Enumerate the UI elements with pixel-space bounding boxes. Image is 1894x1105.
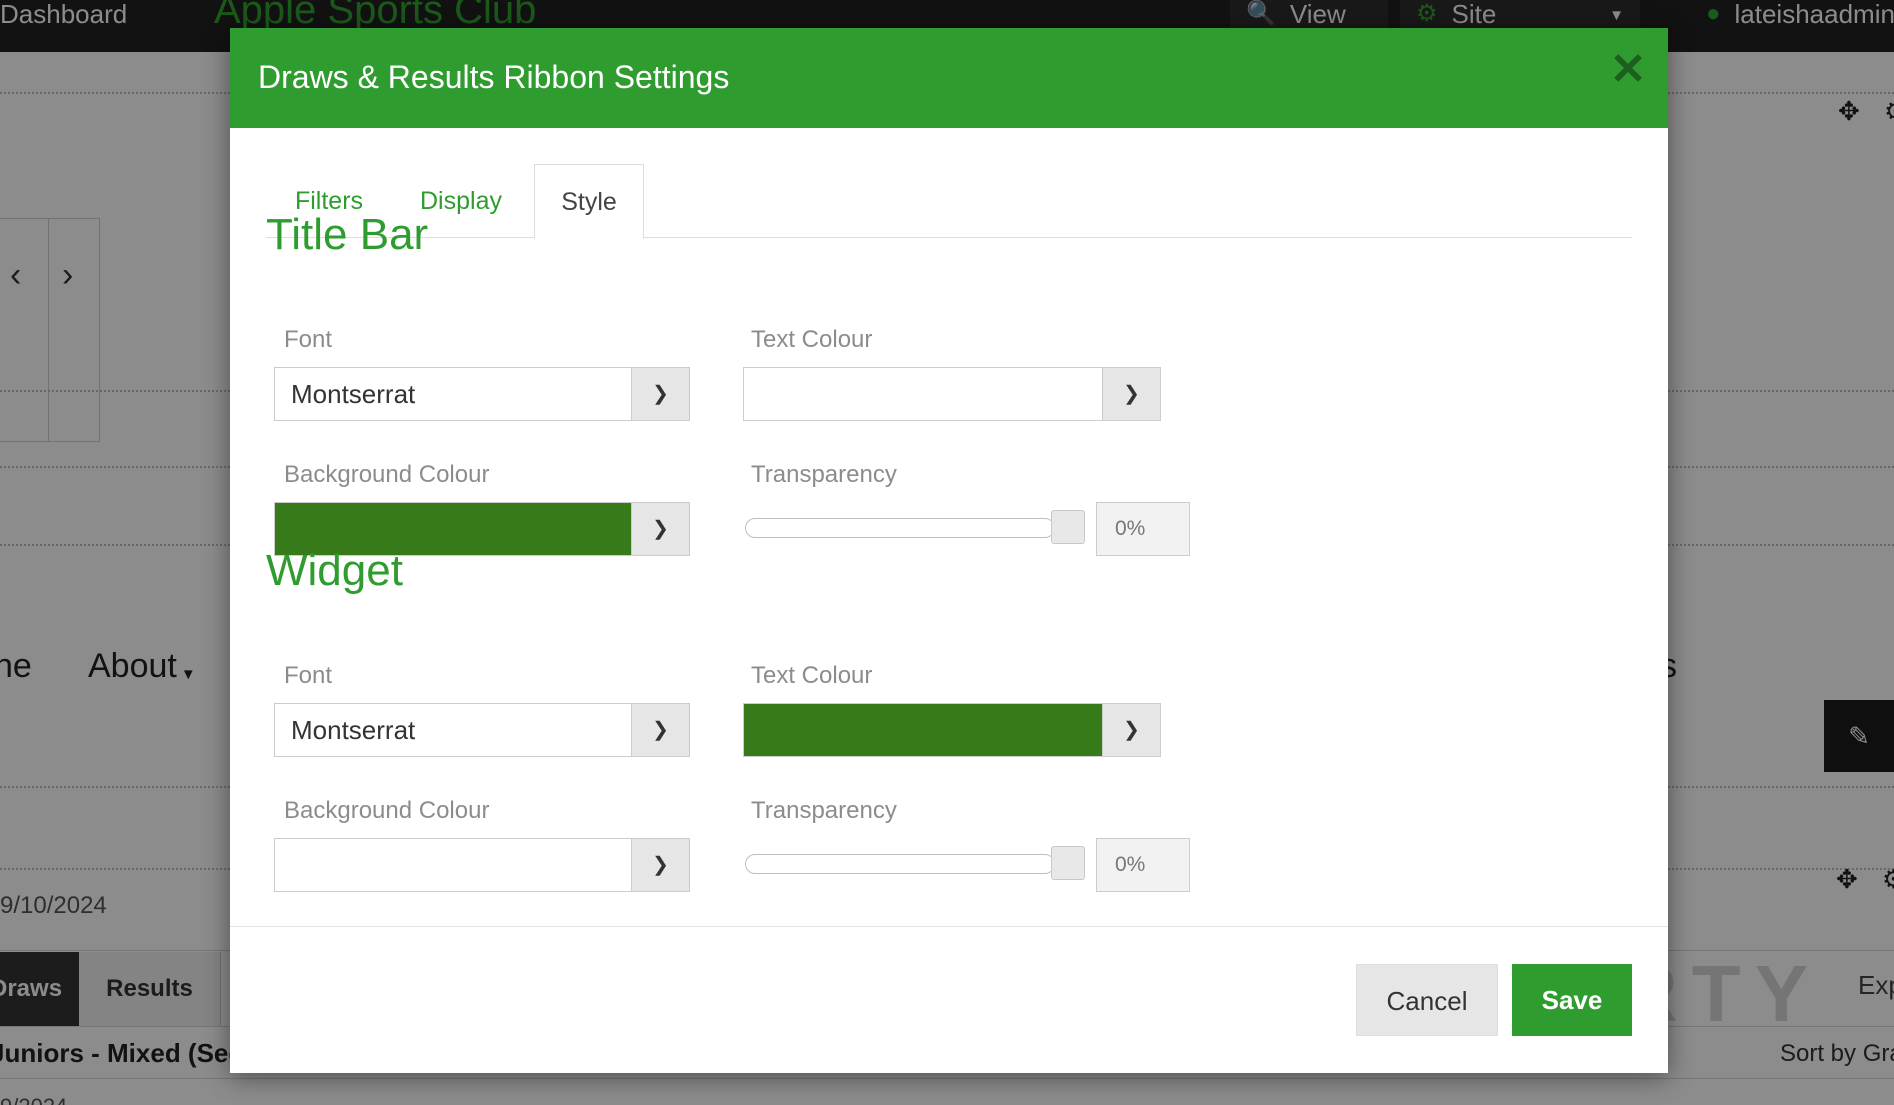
chevron-down-icon[interactable]: ❯ xyxy=(631,368,689,420)
slider-track[interactable] xyxy=(745,854,1055,874)
title-bar-background-colour-label: Background Colour xyxy=(284,461,490,488)
title-bar-text-colour-picker[interactable]: ❯ xyxy=(743,367,1161,421)
chevron-down-icon[interactable]: ❯ xyxy=(1102,704,1160,756)
title-bar-heading: Title Bar xyxy=(266,210,429,259)
title-bar-transparency-value: 0% xyxy=(1096,502,1190,556)
cancel-button[interactable]: Cancel xyxy=(1356,964,1498,1036)
title-bar-font-label: Font xyxy=(284,326,333,353)
title-bar-transparency-label: Transparency xyxy=(751,461,897,488)
modal-header: Draws & Results Ribbon Settings ✕ xyxy=(230,28,1668,128)
widget-transparency-value: 0% xyxy=(1096,838,1190,892)
chevron-down-icon[interactable]: ❯ xyxy=(1102,368,1160,420)
widget-transparency-slider[interactable] xyxy=(745,846,1085,880)
colour-swatch xyxy=(744,704,1102,756)
title-bar-font-select[interactable]: Montserrat ❯ xyxy=(274,367,690,421)
title-bar-text-colour-label: Text Colour xyxy=(751,326,873,353)
widget-text-colour-picker[interactable]: ❯ xyxy=(743,703,1161,757)
colour-swatch xyxy=(744,368,1102,420)
chevron-down-icon[interactable]: ❯ xyxy=(631,503,689,555)
widget-background-colour-label: Background Colour xyxy=(284,797,490,824)
save-button[interactable]: Save xyxy=(1512,964,1632,1036)
widget-font-value: Montserrat xyxy=(291,715,416,745)
modal-footer: Cancel Save xyxy=(230,926,1668,1073)
title-bar-font-value: Montserrat xyxy=(291,379,416,409)
slider-track[interactable] xyxy=(745,518,1055,538)
slider-handle[interactable] xyxy=(1051,846,1085,880)
widget-font-select[interactable]: Montserrat ❯ xyxy=(274,703,690,757)
chevron-down-icon[interactable]: ❯ xyxy=(631,839,689,891)
title-bar-transparency-slider[interactable] xyxy=(745,510,1085,544)
widget-font-label: Font xyxy=(284,662,333,689)
slider-handle[interactable] xyxy=(1051,510,1085,544)
colour-swatch xyxy=(275,839,631,891)
widget-heading: Widget xyxy=(266,546,403,595)
widget-text-colour-label: Text Colour xyxy=(751,662,873,689)
chevron-down-icon[interactable]: ❯ xyxy=(631,704,689,756)
ribbon-settings-dialog: Draws & Results Ribbon Settings ✕ Filter… xyxy=(230,28,1668,1073)
widget-background-colour-picker[interactable]: ❯ xyxy=(274,838,690,892)
widget-transparency-label: Transparency xyxy=(751,797,897,824)
tab-style[interactable]: Style xyxy=(534,164,644,239)
close-icon[interactable]: ✕ xyxy=(1608,48,1648,92)
modal-title: Draws & Results Ribbon Settings xyxy=(258,59,730,95)
settings-tabs: Filters Display Style xyxy=(266,164,1632,239)
